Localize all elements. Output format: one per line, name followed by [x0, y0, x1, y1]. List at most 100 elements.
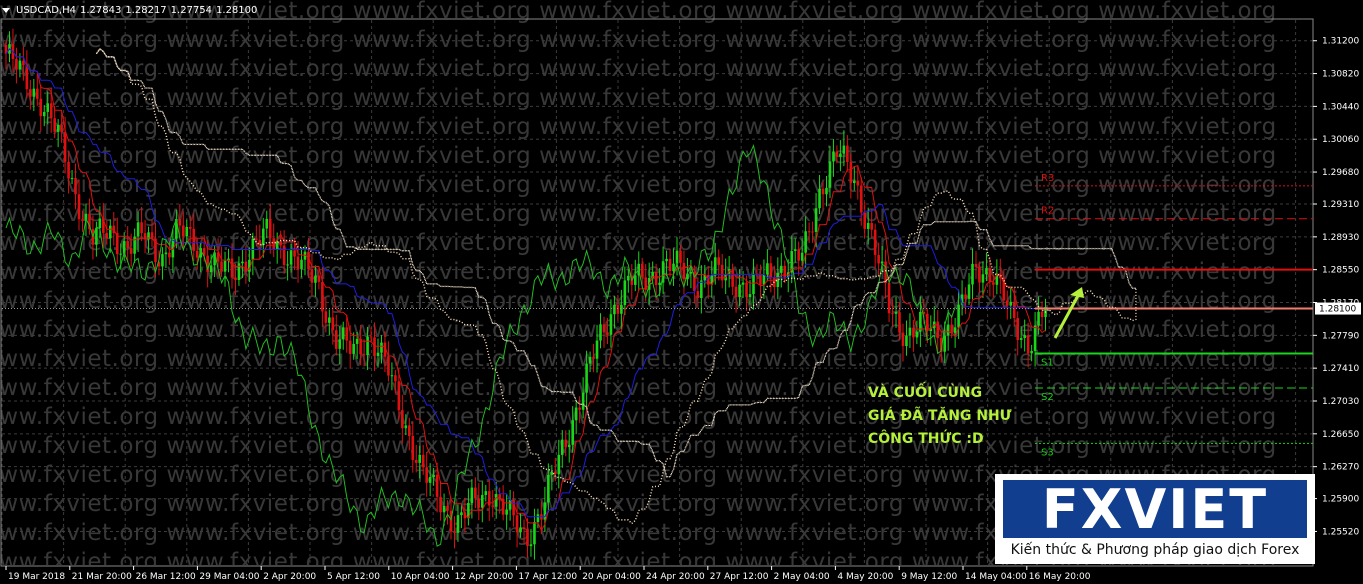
candle-body: [404, 425, 408, 429]
candle-body: [616, 304, 620, 314]
candle-body: [279, 240, 282, 246]
candle-body: [689, 271, 693, 274]
candle-body: [828, 161, 832, 188]
candle-body: [700, 280, 703, 299]
candle-body: [491, 505, 495, 507]
candle-body: [988, 268, 992, 283]
candle-body: [1016, 318, 1020, 340]
candle-body: [734, 286, 738, 298]
chikou-span-line: [5, 143, 956, 547]
candle-body: [338, 339, 342, 349]
candle-body: [369, 336, 373, 338]
x-axis-label: 2 May 04:00: [774, 572, 830, 582]
candle-body: [397, 381, 401, 411]
senkou-span-a: [95, 48, 1137, 525]
candle-body: [804, 231, 807, 253]
candle-body: [745, 282, 748, 298]
pivot-label-r2: R2: [1041, 206, 1054, 217]
candle-body: [310, 269, 314, 283]
candle-body: [856, 180, 860, 186]
candle-body: [825, 187, 828, 195]
chart-window[interactable]: www.fxviet.org www.fxviet.org www.fxviet…: [0, 0, 1363, 584]
high-value: 1.28217: [125, 4, 167, 16]
candle-body: [25, 65, 29, 90]
candle-body: [564, 439, 568, 448]
candle-body: [668, 258, 672, 272]
y-axis-label: 1.30060: [1322, 135, 1359, 145]
candle-body: [182, 225, 185, 237]
candle-body: [334, 330, 338, 349]
candle-body: [289, 250, 293, 265]
candle-body: [81, 219, 84, 221]
x-axis-label: 20 Apr 04:00: [582, 572, 641, 582]
candle-body: [818, 188, 821, 209]
candle-body: [880, 261, 884, 264]
candle-body: [585, 363, 588, 393]
candle-body: [964, 294, 967, 299]
candle-body: [487, 491, 491, 506]
candle-body: [432, 474, 435, 478]
candle-body: [738, 284, 741, 298]
candle-body: [494, 494, 498, 507]
annotation-line-2: GIÁ ĐÃ TĂNG NHƯ: [868, 408, 1012, 424]
candle-body: [985, 268, 988, 275]
candle-body: [470, 487, 474, 504]
candle-body: [633, 275, 637, 285]
candle-body: [849, 162, 853, 184]
x-axis-label: 19 Mar 2018: [8, 572, 65, 582]
candle-body: [950, 324, 953, 333]
candle-body: [49, 103, 53, 119]
candle-body: [574, 407, 578, 421]
candle-body: [620, 305, 623, 314]
candle-body: [505, 509, 508, 515]
pivot-label-s1: S1: [1041, 357, 1054, 368]
dropdown-triangle-icon[interactable]: [2, 7, 10, 13]
candle-body: [529, 544, 533, 547]
candle-body: [595, 340, 599, 359]
candle-body: [460, 512, 463, 516]
candle-body: [602, 324, 606, 333]
x-axis-label: 16 May 20:00: [1029, 572, 1091, 582]
candle-body: [376, 352, 380, 357]
candle-body: [407, 425, 411, 437]
candle-body: [366, 336, 369, 356]
arrow-head-icon: [1070, 287, 1084, 298]
candle-body: [453, 531, 456, 533]
y-axis-label: 1.28550: [1322, 266, 1359, 276]
candle-body: [640, 263, 644, 278]
candle-body: [164, 252, 168, 255]
candle-body: [265, 218, 269, 229]
candle-body: [762, 274, 766, 285]
candle-body: [446, 505, 449, 511]
candle-body: [606, 332, 609, 335]
candle-body: [74, 178, 77, 195]
candle-body: [522, 527, 526, 530]
candle-body: [832, 151, 835, 162]
fxviet-logo: FXVIET Kiến thức & Phương pháp giao dịch…: [995, 474, 1315, 564]
candle-body: [627, 275, 630, 281]
candle-body: [209, 265, 213, 273]
annotation-line-3: CÔNG THỨC :D: [868, 431, 984, 447]
candle-body: [811, 231, 814, 233]
candle-body: [348, 340, 352, 354]
candle-body: [293, 250, 296, 257]
candle-body: [261, 228, 265, 246]
candle-body: [797, 249, 800, 261]
candle-body: [22, 60, 25, 66]
y-axis-label: 1.29310: [1322, 200, 1359, 210]
candle-body: [571, 420, 574, 445]
candle-body: [779, 265, 783, 273]
x-axis-label: 10 Apr 04:00: [391, 572, 450, 582]
candle-body: [846, 145, 849, 163]
candle-body: [870, 222, 873, 230]
up-arrow-icon: [1053, 291, 1082, 339]
candle-body: [362, 354, 366, 356]
candle-body: [321, 281, 324, 312]
x-axis-label: 14 May 04:00: [965, 572, 1027, 582]
candle-body: [387, 356, 390, 376]
candle-body: [696, 291, 700, 299]
y-axis-label: 1.28930: [1322, 233, 1359, 243]
x-axis-label: 12 Apr 20:00: [455, 572, 514, 582]
x-axis-label: 26 Mar 12:00: [136, 572, 196, 582]
candle-body: [425, 467, 428, 483]
